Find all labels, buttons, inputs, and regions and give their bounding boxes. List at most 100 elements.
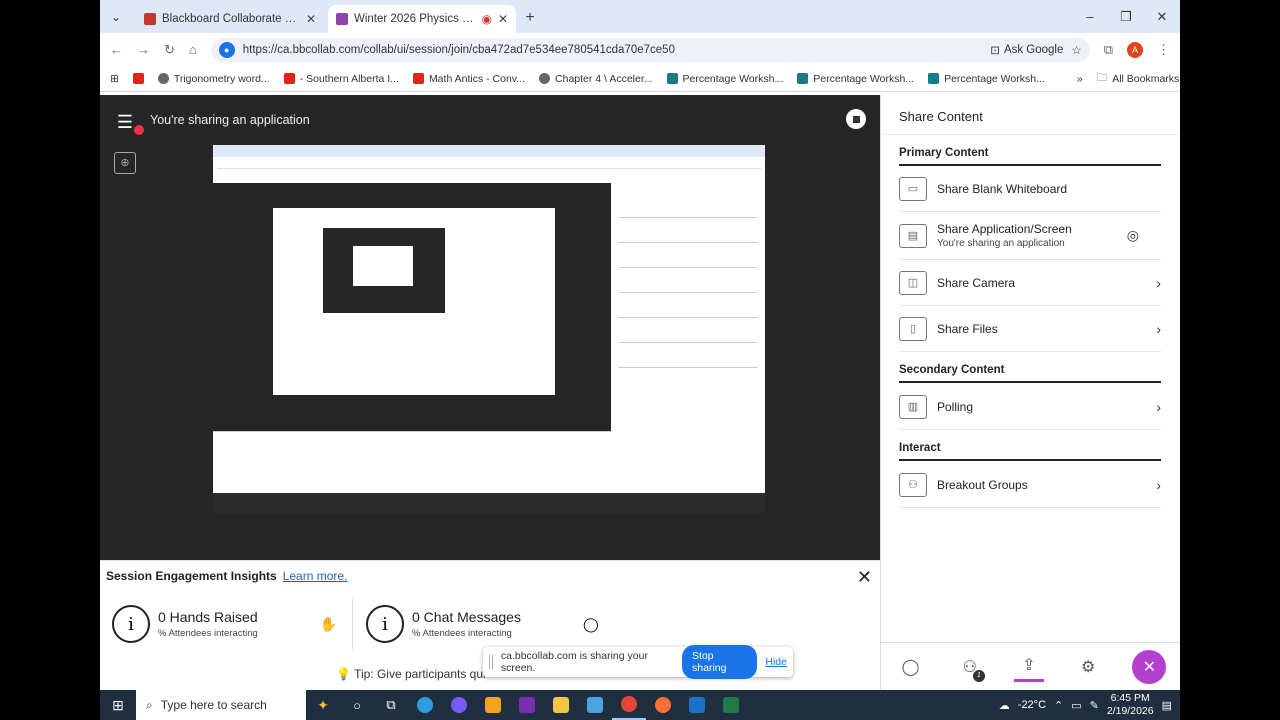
menu-icon[interactable]: ⋮ (1157, 42, 1170, 58)
tab-close-icon[interactable]: ✕ (306, 12, 316, 26)
lightbulb-icon: 💡 (336, 667, 351, 681)
tab-collaborate[interactable]: Blackboard Collaborate (online ✕ (136, 5, 324, 33)
restore-icon[interactable]: ❐ (1108, 0, 1144, 33)
tab-physics[interactable]: Winter 2026 Physics I (PHYS ◉ ✕ (328, 5, 516, 33)
cortana-icon[interactable]: ○ (340, 690, 374, 720)
chrome-icon[interactable] (612, 690, 646, 720)
lens-icon: ⊡ (990, 44, 1000, 57)
close-insights-icon[interactable]: ✕ (857, 567, 872, 588)
share-notice: ca.bbcollab.com is sharing your screen. (500, 650, 648, 674)
close-panel-icon[interactable]: ✕ (1132, 649, 1167, 684)
edge-icon[interactable] (408, 690, 442, 720)
share-whiteboard-item[interactable]: ▭ Share Blank Whiteboard (899, 166, 1161, 212)
task-view-icon[interactable]: ⧉ (374, 690, 408, 720)
attendees-icon[interactable]: ⚇ 1 (955, 652, 985, 682)
bookmark-item[interactable]: Trigonometry word... (157, 72, 270, 85)
tab-favicon (336, 13, 348, 25)
share-content-icon[interactable]: ⇪ (1013, 652, 1044, 682)
copilot-icon[interactable] (442, 690, 476, 720)
stop-sharing-button[interactable]: Stop sharing (682, 645, 758, 679)
bookmark-item[interactable]: Percentage Worksh... (666, 73, 783, 85)
notifications-icon[interactable]: ▤ (1162, 699, 1172, 712)
worksheet-icon (797, 73, 809, 84)
bookmark-item[interactable]: Chapter 4 \ Acceler... (539, 73, 653, 85)
breakout-icon: ⚇ (899, 472, 927, 497)
weather-text: -22°C (1017, 699, 1047, 711)
hands-count: 0 Hands Raised (158, 609, 258, 625)
ask-google-button[interactable]: ⊡ Ask Google (990, 43, 1063, 57)
record-dot-icon (134, 125, 144, 135)
chevron-right-icon: › (1156, 398, 1161, 415)
address-bar[interactable]: ● https://ca.bbcollab.com/collab/ui/sess… (210, 37, 1090, 62)
system-tray: ☁ -22°C ⌃ ▭ ✎ 6:45 PM 2/19/2026 ▤ (999, 692, 1180, 718)
hand-icon: ✋ (319, 615, 338, 632)
minimize-icon[interactable]: – (1072, 0, 1108, 33)
application-label: Share Application/Screen (937, 222, 1072, 236)
primary-content-heading: Primary Content (899, 147, 1161, 166)
bookmark-item[interactable]: - Southern Alberta I... (283, 72, 399, 85)
tab-close-icon[interactable]: ✕ (498, 12, 508, 26)
drag-handle[interactable] (489, 655, 493, 669)
share-files-item[interactable]: ▯ Share Files › (899, 306, 1161, 352)
home-icon[interactable]: ⌂ (189, 42, 197, 57)
chevron-up-icon[interactable]: ⌃ (1054, 699, 1063, 712)
stop-share-icon[interactable] (846, 109, 866, 129)
stop-circle-icon[interactable]: ◎ (1127, 227, 1139, 244)
all-bookmarks[interactable]: 🗀 All Bookmarks (1097, 70, 1180, 88)
windows-start-icon[interactable]: ⊞ (100, 690, 136, 720)
chat-messages-stat: i 0 Chat Messages % Attendees interacting… (366, 605, 599, 643)
outlook-icon[interactable] (680, 690, 714, 720)
item-label: Polling (937, 399, 974, 414)
search-icon: ⌕ (146, 697, 153, 712)
insights-title: Session Engagement Insights (106, 569, 277, 583)
clock[interactable]: 6:45 PM 2/19/2026 (1107, 692, 1154, 718)
chevron-right-icon: › (1156, 476, 1161, 493)
chat-count: 0 Chat Messages (412, 609, 521, 625)
bookmark-label: Trigonometry word... (173, 72, 270, 85)
learn-more-link[interactable]: Learn more. (283, 569, 348, 583)
onenote-icon[interactable] (510, 690, 544, 720)
polling-item[interactable]: ▥ Polling › (899, 384, 1161, 430)
share-application-item[interactable]: ▤ Share Application/Screen You're sharing … (899, 212, 1161, 260)
bookmark-item[interactable]: Percentage Worksh... (928, 73, 1045, 85)
tab-search-icon[interactable]: ⌄ (100, 0, 132, 33)
profile-avatar[interactable]: A (1127, 41, 1143, 58)
store-icon[interactable] (476, 690, 510, 720)
breakout-groups-item[interactable]: ⚇ Breakout Groups › (899, 462, 1161, 508)
bookmark-item[interactable] (132, 73, 144, 84)
share-camera-item[interactable]: ◫ Share Camera › (899, 260, 1161, 306)
copilot-spark-icon[interactable]: ✦ (306, 697, 340, 714)
bookmark-star-icon[interactable]: ☆ (1071, 43, 1081, 57)
attendee-count-badge: 1 (972, 669, 985, 682)
photos-icon[interactable] (578, 690, 612, 720)
chat-icon[interactable]: ◯ (896, 652, 926, 682)
settings-icon[interactable]: ⚙ (1073, 652, 1103, 682)
reload-icon[interactable]: ↻ (164, 42, 175, 58)
taskbar-search[interactable]: ⌕ Type here to search (136, 690, 306, 720)
pen-icon[interactable]: ✎ (1090, 699, 1099, 712)
info-icon: i (366, 605, 404, 643)
extensions-icon[interactable]: ⧉ (1104, 42, 1113, 58)
application-sub: You're sharing an application (937, 238, 1065, 249)
bookmark-item[interactable]: Math Antics - Conv... (412, 73, 525, 85)
file-explorer-icon[interactable] (544, 690, 578, 720)
forward-icon[interactable]: → (137, 42, 150, 57)
tab-title: Blackboard Collaborate (online (162, 13, 300, 25)
back-icon[interactable]: ← (110, 42, 123, 57)
firefox-icon[interactable] (646, 690, 680, 720)
battery-icon[interactable]: ▭ (1071, 699, 1081, 712)
close-window-icon[interactable]: ✕ (1144, 0, 1180, 33)
item-label: Share Camera (937, 275, 1016, 290)
bookmark-item[interactable]: Percentage Worksh... (797, 73, 914, 85)
microphone-indicator-icon[interactable]: ● (218, 41, 235, 58)
new-tab-button[interactable]: + (516, 9, 544, 33)
bookmark-label: - Southern Alberta I... (299, 72, 399, 85)
apps-icon[interactable]: ⊞ (110, 73, 119, 85)
more-bookmarks-icon[interactable]: » (1077, 73, 1083, 85)
session-menu-button[interactable]: ☰ (110, 109, 144, 135)
item-label: Share Blank Whiteboard (937, 181, 1068, 196)
weather-icon: ☁ (998, 699, 1010, 712)
zoom-icon[interactable]: ⊕ (114, 152, 136, 174)
excel-icon[interactable] (714, 690, 748, 720)
hide-button[interactable]: Hide (765, 656, 787, 668)
